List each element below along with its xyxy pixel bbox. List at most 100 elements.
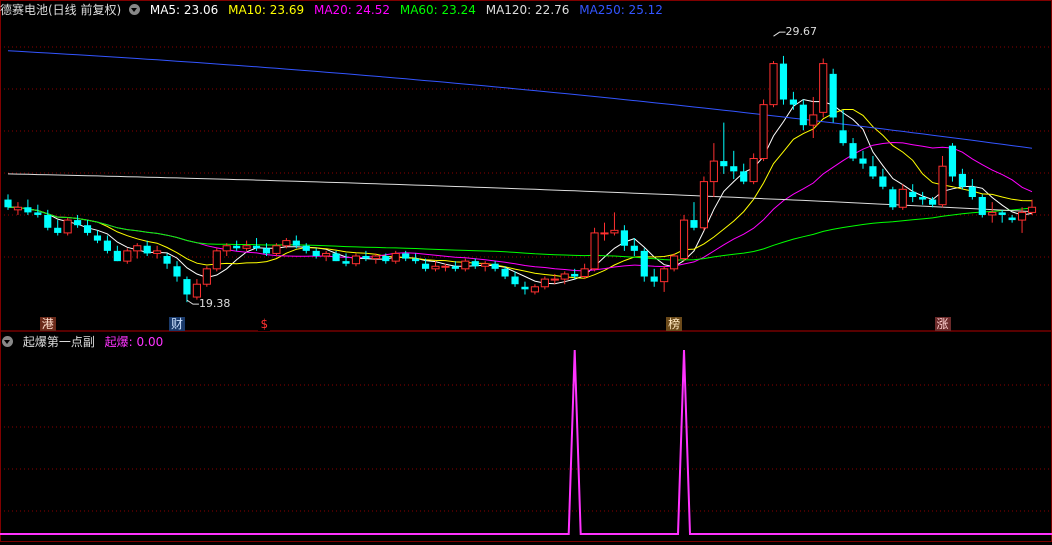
candle-body bbox=[282, 240, 291, 247]
candle-body bbox=[83, 225, 92, 233]
candle-body bbox=[312, 250, 320, 256]
candle-body bbox=[829, 73, 837, 118]
candle-body bbox=[471, 261, 479, 267]
candle-body bbox=[889, 189, 897, 208]
candle-body bbox=[74, 220, 82, 226]
low-pointer bbox=[186, 299, 199, 305]
low-price-label: 19.38 bbox=[198, 297, 231, 311]
candle-body bbox=[143, 245, 151, 254]
ma-line-ma250 bbox=[7, 50, 1033, 149]
chart-canvas bbox=[0, 0, 1052, 542]
candle-body bbox=[451, 266, 459, 269]
main-title: 德赛电池(日线 前复权) bbox=[0, 3, 122, 17]
candle-body bbox=[530, 286, 539, 293]
candle-body bbox=[222, 245, 231, 252]
candle-body bbox=[699, 181, 709, 229]
candle-body bbox=[740, 171, 748, 182]
candle-body bbox=[938, 165, 947, 206]
candle-body bbox=[709, 160, 718, 183]
candle-body bbox=[819, 63, 828, 113]
main-header: 德赛电池(日线 前复权) MA5: 23.06 MA10: 23.69 MA20… bbox=[0, 0, 669, 20]
candle-body bbox=[550, 278, 559, 281]
ma-line-ma20 bbox=[8, 141, 1033, 272]
candle-body bbox=[799, 104, 807, 126]
candle-body bbox=[441, 265, 450, 268]
candle-body bbox=[978, 197, 986, 215]
candle-body bbox=[123, 250, 132, 262]
event-marker-board[interactable]: 榜 bbox=[666, 317, 683, 331]
candle-body bbox=[670, 255, 679, 270]
candle-body bbox=[272, 245, 281, 254]
ma5-label: MA5: 23.06 bbox=[149, 3, 219, 17]
candle-body bbox=[690, 220, 698, 228]
candle-body bbox=[163, 256, 171, 264]
candle-body bbox=[580, 268, 589, 278]
candle-body bbox=[759, 104, 768, 160]
ma20-label: MA20: 24.52 bbox=[313, 3, 391, 17]
candle-body bbox=[849, 143, 857, 159]
candle-body bbox=[809, 114, 818, 126]
event-marker-hk[interactable]: 港 bbox=[39, 317, 56, 331]
candle-body bbox=[34, 212, 42, 215]
candle-body bbox=[730, 166, 738, 172]
candle-body bbox=[919, 197, 927, 200]
candle-body bbox=[988, 211, 997, 216]
candle-body bbox=[173, 266, 181, 277]
candle-body bbox=[103, 240, 111, 251]
candle-body bbox=[192, 283, 201, 298]
event-marker-finance[interactable]: 财 bbox=[169, 317, 186, 331]
candle-body bbox=[650, 276, 658, 282]
candle-body bbox=[610, 229, 619, 234]
high-pointer bbox=[773, 31, 786, 37]
candle-body bbox=[54, 227, 62, 233]
ma250-label: MA250: 25.12 bbox=[579, 3, 663, 17]
chart-stage: 德赛电池(日线 前复权) MA5: 23.06 MA10: 23.69 MA20… bbox=[0, 0, 1052, 542]
candle-body bbox=[501, 268, 509, 277]
candle-body bbox=[4, 199, 12, 208]
candle-body bbox=[998, 212, 1006, 215]
candle-body bbox=[421, 263, 430, 269]
candle-body bbox=[402, 253, 410, 259]
candle-body bbox=[521, 286, 529, 290]
sub-dropdown-icon[interactable] bbox=[2, 336, 13, 347]
candle-body bbox=[362, 256, 370, 259]
candle-body bbox=[560, 273, 569, 280]
candle-body bbox=[322, 252, 331, 257]
candle-body bbox=[511, 276, 519, 285]
candle-body bbox=[859, 158, 867, 164]
candle-body bbox=[481, 263, 490, 267]
candle-body bbox=[233, 245, 241, 249]
candle-body bbox=[660, 268, 669, 283]
candle-body bbox=[948, 145, 957, 177]
event-marker-rise[interactable]: 涨 bbox=[934, 317, 951, 331]
candle-body bbox=[789, 99, 797, 105]
candle-body bbox=[720, 161, 728, 167]
candle-body bbox=[262, 248, 271, 254]
candle-body bbox=[133, 245, 142, 252]
ma10-label: MA10: 23.69 bbox=[228, 3, 305, 17]
candle-body bbox=[302, 245, 310, 251]
candle-body bbox=[371, 255, 380, 260]
sub-header: 起爆第一点副 起爆: 0.00 bbox=[0, 332, 169, 352]
candle-body bbox=[431, 265, 440, 270]
candle-body bbox=[183, 279, 191, 295]
candle-body bbox=[929, 199, 937, 205]
candle-body bbox=[909, 191, 917, 197]
high-price-label: 29.67 bbox=[785, 25, 818, 39]
candle-body bbox=[113, 250, 121, 262]
ma-line-ma5 bbox=[8, 98, 1033, 285]
candle-body bbox=[1027, 206, 1037, 213]
dropdown-icon[interactable] bbox=[129, 4, 141, 15]
candle-body bbox=[332, 253, 340, 262]
candle-body bbox=[590, 232, 599, 270]
candle-body bbox=[242, 245, 251, 249]
candle-body bbox=[351, 255, 361, 265]
candle-body bbox=[252, 245, 261, 249]
event-marker-dollar[interactable]: $ bbox=[258, 317, 271, 331]
candle-body bbox=[342, 261, 350, 264]
candle-body bbox=[571, 273, 579, 277]
candle-body bbox=[958, 173, 966, 187]
candle-body bbox=[879, 176, 887, 187]
candle-body bbox=[491, 263, 499, 269]
candle-body bbox=[202, 268, 211, 285]
